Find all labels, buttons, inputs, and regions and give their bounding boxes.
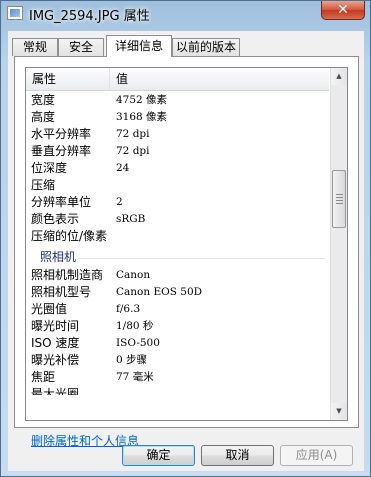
property-name: 曝光补偿: [31, 353, 80, 367]
property-value: 0 步骤: [116, 354, 148, 366]
property-value: Canon EOS 50D: [116, 286, 203, 298]
grip-line: [336, 194, 343, 195]
property-name: 分辨率单位: [31, 195, 92, 209]
list-item[interactable]: 照相机制造商 Canon: [26, 267, 329, 284]
property-name: 最大光圈: [31, 387, 80, 395]
details-panel: 属性 值 宽度 4752 像素 高度 3168 像素 水平分辨率 72 dpi 垂直分…: [14, 56, 359, 448]
property-value: 4752 像素: [116, 94, 168, 106]
property-name: 颜色表示: [31, 212, 80, 226]
vertical-scrollbar[interactable]: ▲ ▼: [330, 68, 347, 420]
tab-previous-versions[interactable]: 以前的版本: [172, 38, 240, 56]
property-value: 72 dpi: [116, 145, 150, 157]
list-item[interactable]: 曝光补偿 0 步骤: [26, 352, 329, 369]
property-value: 3168 像素: [116, 111, 168, 123]
property-name: 垂直分辨率: [31, 144, 92, 158]
property-name: 水平分辨率: [31, 127, 92, 141]
property-name: 压缩: [31, 178, 56, 192]
window-title: IMG_2594.JPG 属性: [29, 9, 150, 24]
dialog-client-area: 常规 安全 详细信息 以前的版本 属性 值 宽度 4752 像素 高度 3168 像…: [8, 31, 364, 471]
list-item[interactable]: 压缩: [26, 177, 329, 194]
property-name: 高度: [31, 110, 56, 124]
property-name: 曝光时间: [31, 319, 80, 333]
list-item[interactable]: 高度 3168 像素: [26, 109, 329, 126]
column-header-value[interactable]: 值: [110, 68, 329, 90]
property-value: sRGB: [116, 213, 146, 225]
tab-general[interactable]: 常规: [12, 38, 58, 56]
apply-button[interactable]: 应用(A): [280, 445, 353, 466]
tab-details[interactable]: 详细信息: [106, 35, 172, 57]
property-list[interactable]: 属性 值 宽度 4752 像素 高度 3168 像素 水平分辨率 72 dpi 垂直分…: [25, 67, 348, 421]
image-file-icon: [7, 6, 23, 20]
title-bar[interactable]: IMG_2594.JPG 属性 ✕: [1, 1, 370, 27]
property-name: 光圈值: [31, 302, 68, 316]
list-item[interactable]: 位深度 24: [26, 160, 329, 177]
property-name: 位深度: [31, 161, 68, 175]
property-value: 24: [116, 162, 130, 174]
property-value: 72 dpi: [116, 128, 150, 140]
scroll-down-arrow-icon[interactable]: ▼: [331, 403, 347, 420]
property-value: ISO-500: [116, 337, 160, 349]
list-item[interactable]: 分辨率单位 2: [26, 194, 329, 211]
property-value: f/6.3: [116, 303, 141, 315]
list-item[interactable]: 曝光时间 1/80 秒: [26, 318, 329, 335]
property-name: ISO 速度: [31, 336, 80, 350]
grip-line: [336, 200, 343, 201]
property-value: 1/80 秒: [116, 320, 154, 332]
property-rows: 宽度 4752 像素 高度 3168 像素 水平分辨率 72 dpi 垂直分辨率 72 …: [26, 92, 329, 395]
list-item[interactable]: 焦距 77 毫米: [26, 369, 329, 386]
list-item[interactable]: 颜色表示 sRGB: [26, 211, 329, 228]
properties-dialog: IMG_2594.JPG 属性 ✕ 常规 安全 详细信息 以前的版本 属性 值 …: [0, 0, 371, 477]
section-header-camera: 照相机: [26, 245, 329, 267]
scroll-up-arrow-icon[interactable]: ▲: [331, 68, 347, 85]
property-name: 照相机型号: [31, 285, 92, 299]
grip-line: [336, 203, 343, 204]
list-item[interactable]: 光圈值 f/6.3: [26, 301, 329, 318]
scrollbar-thumb[interactable]: [332, 170, 346, 228]
list-header: 属性 值: [26, 68, 329, 91]
tab-security[interactable]: 安全: [58, 38, 104, 56]
list-item[interactable]: 垂直分辨率 72 dpi: [26, 143, 329, 160]
section-divider: [78, 258, 325, 259]
close-button[interactable]: ✕: [321, 1, 365, 20]
list-item[interactable]: 水平分辨率 72 dpi: [26, 126, 329, 143]
property-value: 2: [116, 196, 123, 208]
property-name: 宽度: [31, 93, 56, 107]
property-name: 照相机制造商: [31, 268, 104, 282]
property-name: 焦距: [31, 370, 56, 384]
column-header-property[interactable]: 属性: [26, 68, 110, 90]
grip-line: [336, 197, 343, 198]
property-name: 压缩的位/像素: [31, 229, 108, 243]
list-item[interactable]: 照相机型号 Canon EOS 50D: [26, 284, 329, 301]
property-value: Canon: [116, 269, 151, 281]
property-value: 77 毫米: [116, 371, 154, 383]
list-item[interactable]: ISO 速度 ISO-500: [26, 335, 329, 352]
ok-button[interactable]: 确定: [122, 445, 195, 466]
list-item[interactable]: 最大光圈: [26, 386, 329, 395]
section-label: 照相机: [40, 250, 77, 264]
list-item[interactable]: 压缩的位/像素: [26, 228, 329, 245]
list-item[interactable]: 宽度 4752 像素: [26, 92, 329, 109]
cancel-button[interactable]: 取消: [201, 445, 274, 466]
